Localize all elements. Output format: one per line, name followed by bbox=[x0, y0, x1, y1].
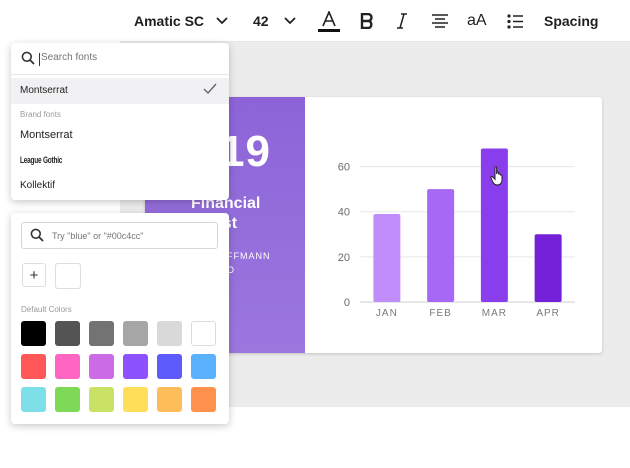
color-swatch[interactable] bbox=[21, 321, 46, 346]
color-swatch[interactable] bbox=[89, 321, 114, 346]
text-caret bbox=[39, 53, 40, 66]
font-option-label: Montserrat bbox=[20, 85, 68, 96]
default-colors-heading: Default Colors bbox=[21, 305, 72, 314]
chart-bar-feb[interactable] bbox=[427, 189, 455, 302]
spacing-label: Spacing bbox=[544, 13, 599, 29]
color-swatch[interactable] bbox=[191, 321, 216, 346]
font-dropdown: Montserrat Brand fonts Montserrat League… bbox=[11, 43, 229, 200]
font-option-montserrat[interactable]: Montserrat bbox=[20, 129, 73, 141]
slide-author[interactable]: FFMANN bbox=[227, 251, 271, 261]
text-toolbar: Amatic SC 42 aA Spacing bbox=[120, 0, 630, 42]
font-option-kollektif[interactable]: Kollektif bbox=[20, 180, 55, 191]
font-family-button[interactable]: Amatic SC bbox=[134, 0, 204, 42]
color-swatch[interactable] bbox=[21, 354, 46, 379]
color-swatch[interactable] bbox=[191, 354, 216, 379]
spacing-button[interactable]: Spacing bbox=[544, 0, 598, 42]
color-swatch[interactable] bbox=[55, 354, 80, 379]
color-swatch[interactable] bbox=[89, 354, 114, 379]
italic-button[interactable] bbox=[396, 0, 408, 42]
bar-chart[interactable]: 0 20 40 60 JAN FEB MAR APR bbox=[305, 130, 590, 325]
color-search-input[interactable] bbox=[52, 231, 202, 241]
letter-case-button[interactable]: aA bbox=[467, 0, 487, 42]
bar-chart-svg[interactable]: 0 20 40 60 JAN FEB MAR APR bbox=[305, 130, 590, 325]
y-tick-label: 20 bbox=[338, 252, 350, 264]
search-icon bbox=[30, 228, 44, 242]
color-swatch[interactable] bbox=[123, 321, 148, 346]
color-swatch[interactable] bbox=[123, 354, 148, 379]
color-swatch[interactable] bbox=[55, 387, 80, 412]
color-swatch[interactable] bbox=[55, 321, 80, 346]
font-option-league-gothic[interactable]: League Gothic bbox=[20, 155, 62, 165]
plus-icon: + bbox=[29, 266, 39, 284]
color-swatch[interactable] bbox=[21, 387, 46, 412]
search-icon bbox=[21, 51, 35, 65]
color-swatch[interactable] bbox=[157, 354, 182, 379]
x-tick-label: JAN bbox=[376, 308, 398, 319]
font-size-label: 42 bbox=[253, 13, 269, 29]
checkmark-icon bbox=[203, 83, 217, 95]
chevron-down-icon[interactable] bbox=[216, 0, 228, 42]
y-tick-label: 40 bbox=[338, 207, 350, 219]
chevron-down-icon[interactable] bbox=[284, 0, 296, 42]
color-swatch[interactable] bbox=[191, 387, 216, 412]
hand-cursor-icon bbox=[490, 166, 503, 186]
color-search-field[interactable] bbox=[21, 222, 218, 249]
font-search-field[interactable] bbox=[11, 43, 229, 75]
chart-bar-jan[interactable] bbox=[373, 213, 401, 302]
font-family-label: Amatic SC bbox=[134, 13, 205, 29]
italic-icon bbox=[397, 13, 407, 29]
color-swatch[interactable] bbox=[123, 387, 148, 412]
x-tick-label: MAR bbox=[482, 308, 507, 319]
align-button[interactable] bbox=[431, 0, 449, 42]
color-swatch[interactable] bbox=[157, 321, 182, 346]
x-tick-label: APR bbox=[536, 308, 560, 319]
text-color-icon bbox=[322, 10, 336, 26]
custom-color-swatch[interactable] bbox=[55, 263, 81, 289]
font-search-input[interactable] bbox=[41, 52, 191, 63]
text-color-indicator bbox=[318, 28, 340, 32]
font-size-field[interactable]: 42 bbox=[253, 0, 269, 42]
y-tick-label: 60 bbox=[338, 162, 350, 174]
add-color-button[interactable]: + bbox=[22, 263, 46, 287]
color-picker-panel: + Default Colors bbox=[11, 213, 229, 424]
color-swatch[interactable] bbox=[157, 387, 182, 412]
chart-bar-apr[interactable] bbox=[534, 234, 562, 302]
editor-page: Amatic SC 42 aA Spacing 19 Financial FFM… bbox=[0, 0, 630, 468]
x-tick-label: FEB bbox=[429, 308, 451, 319]
bold-button[interactable] bbox=[360, 0, 374, 42]
bullet-list-icon bbox=[507, 13, 523, 29]
bold-icon bbox=[360, 13, 373, 29]
y-tick-label: 0 bbox=[344, 297, 350, 309]
letter-case-label: aA bbox=[467, 12, 487, 29]
font-option-selected[interactable]: Montserrat bbox=[11, 78, 229, 104]
brand-fonts-heading: Brand fonts bbox=[20, 110, 61, 119]
list-button[interactable] bbox=[507, 0, 524, 42]
align-center-icon bbox=[432, 14, 448, 28]
text-color-button[interactable] bbox=[317, 0, 341, 42]
color-swatch[interactable] bbox=[89, 387, 114, 412]
